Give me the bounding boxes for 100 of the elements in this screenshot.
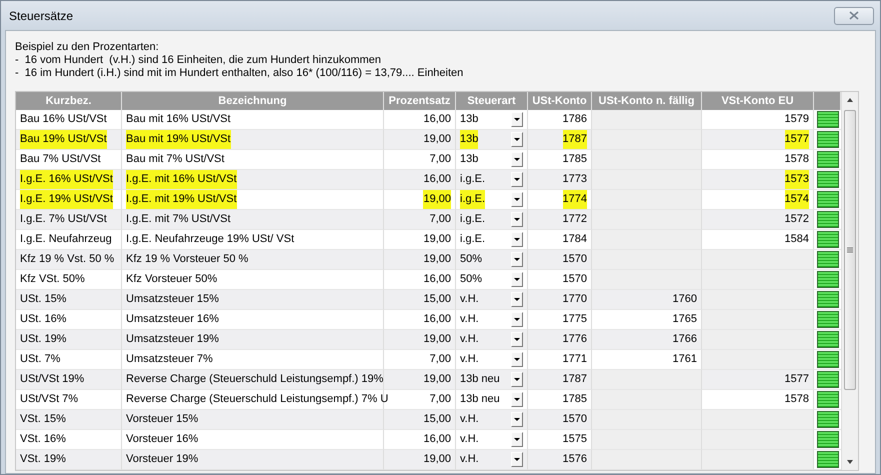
list-button[interactable] bbox=[816, 171, 838, 188]
tax-type-cell: 13b bbox=[460, 130, 478, 149]
tax-type-cell-text: v.H. bbox=[460, 432, 479, 447]
column-header[interactable]: Prozentsatz bbox=[384, 92, 456, 110]
list-button[interactable] bbox=[816, 431, 838, 448]
account-cell-text: 1786 bbox=[562, 112, 587, 127]
dropdown-button[interactable] bbox=[511, 392, 523, 407]
account-cell: 1573 bbox=[784, 170, 809, 189]
dropdown-button[interactable] bbox=[511, 212, 523, 227]
dropdown-button[interactable] bbox=[511, 312, 523, 327]
account-cell-text: 1576 bbox=[562, 452, 587, 467]
list-button[interactable] bbox=[816, 131, 838, 148]
account-cell-text: 1773 bbox=[562, 172, 587, 187]
rate-cell-text: 16,00 bbox=[423, 112, 451, 127]
list-button[interactable] bbox=[816, 351, 838, 368]
list-button[interactable] bbox=[816, 331, 838, 348]
list-button[interactable] bbox=[816, 271, 838, 288]
account-cell: 1787 bbox=[562, 130, 587, 149]
column-header[interactable]: VSt-Konto EU bbox=[702, 92, 814, 110]
account-cell-text: 1766 bbox=[672, 332, 697, 347]
dropdown-button[interactable] bbox=[511, 272, 523, 287]
list-button[interactable] bbox=[816, 191, 838, 208]
list-button[interactable] bbox=[816, 371, 838, 388]
dropdown-button[interactable] bbox=[511, 332, 523, 347]
list-button[interactable] bbox=[816, 151, 838, 168]
rate-cell-text: 19,00 bbox=[423, 252, 451, 267]
tax-type-cell-text: v.H. bbox=[460, 452, 479, 467]
tax-type-cell-text: v.H. bbox=[460, 292, 479, 307]
list-button[interactable] bbox=[816, 231, 838, 248]
tax-type-cell-text: v.H. bbox=[460, 412, 479, 427]
tax-type-cell-text: v.H. bbox=[460, 312, 479, 327]
close-button[interactable] bbox=[834, 6, 874, 24]
description-cell-text: Bau mit 16% USt/VSt bbox=[126, 112, 231, 127]
short-name-cell-text: I.g.E. Neufahrzeug bbox=[20, 232, 112, 247]
account-cell-text: 1765 bbox=[672, 312, 697, 327]
rate-cell-text: 19,00 bbox=[423, 372, 451, 387]
scroll-thumb[interactable] bbox=[844, 110, 856, 390]
dropdown-button[interactable] bbox=[511, 172, 523, 187]
description-cell: I.g.E. mit 19% USt/VSt bbox=[126, 190, 237, 209]
account-cell-text: 1776 bbox=[562, 332, 587, 347]
list-button[interactable] bbox=[816, 251, 838, 268]
description-cell-text: Umsatzsteuer 7% bbox=[126, 352, 213, 367]
account-cell-text: 1570 bbox=[562, 272, 587, 287]
rate-cell-text: 16,00 bbox=[423, 172, 451, 187]
column-header[interactable]: Bezeichnung bbox=[122, 92, 384, 110]
short-name-cell-text: USt. 15% bbox=[20, 292, 66, 307]
description-cell-text: Vorsteuer 19% bbox=[126, 452, 198, 467]
rate-cell: 19,00 bbox=[423, 190, 451, 209]
account-cell-text: 1785 bbox=[562, 152, 587, 167]
short-name-cell-text: Bau 7% USt/VSt bbox=[20, 152, 101, 167]
list-button[interactable] bbox=[816, 211, 838, 228]
rate-cell-text: 7,00 bbox=[430, 392, 451, 407]
tax-type-cell: i.g.E. bbox=[460, 190, 486, 209]
account-cell-text: 1579 bbox=[784, 112, 809, 127]
rate-cell-text: 19,00 bbox=[423, 332, 451, 347]
dropdown-button[interactable] bbox=[511, 192, 523, 207]
column-header[interactable]: USt-Konto bbox=[528, 92, 592, 110]
description-cell-text: Bau mit 7% USt/VSt bbox=[126, 152, 224, 167]
short-name-cell-text: USt. 16% bbox=[20, 312, 66, 327]
rate-cell-text: 7,00 bbox=[430, 152, 451, 167]
list-button[interactable] bbox=[816, 451, 838, 468]
description-cell: I.g.E. mit 16% USt/VSt bbox=[126, 170, 237, 189]
rate-cell-text: 16,00 bbox=[423, 432, 451, 447]
grip-icon bbox=[847, 247, 853, 253]
tax-type-cell-text: i.g.E. bbox=[460, 172, 486, 187]
dropdown-button[interactable] bbox=[511, 372, 523, 387]
dropdown-button[interactable] bbox=[511, 252, 523, 267]
description-cell-text: Reverse Charge (Steuerschuld Leistungsempf.) 19% bbox=[126, 372, 384, 387]
dropdown-button[interactable] bbox=[511, 452, 523, 467]
list-button[interactable] bbox=[816, 111, 838, 128]
list-button[interactable] bbox=[816, 311, 838, 328]
short-name-cell: Bau 19% USt/VSt bbox=[20, 130, 107, 149]
close-icon bbox=[849, 11, 859, 20]
scrollbar[interactable] bbox=[841, 92, 858, 470]
account-cell-text: 1570 bbox=[562, 412, 587, 427]
account-cell-text: 1578 bbox=[784, 152, 809, 167]
list-button[interactable] bbox=[816, 391, 838, 408]
dropdown-button[interactable] bbox=[511, 112, 523, 127]
list-button[interactable] bbox=[816, 411, 838, 428]
tax-type-cell-text: v.H. bbox=[460, 352, 479, 367]
account-cell-text: 1570 bbox=[562, 252, 587, 267]
dropdown-button[interactable] bbox=[511, 352, 523, 367]
short-name-cell-text: USt/VSt 19% bbox=[20, 372, 84, 387]
dropdown-button[interactable] bbox=[511, 152, 523, 167]
list-button[interactable] bbox=[816, 291, 838, 308]
column-header[interactable]: Steuerart bbox=[456, 92, 528, 110]
rate-cell-text: 15,00 bbox=[423, 412, 451, 427]
rate-cell-text: 7,00 bbox=[430, 352, 451, 367]
account-cell-text: 1775 bbox=[562, 312, 587, 327]
rate-cell-text: 19,00 bbox=[423, 452, 451, 467]
dropdown-button[interactable] bbox=[511, 232, 523, 247]
dropdown-button[interactable] bbox=[511, 132, 523, 147]
dropdown-button[interactable] bbox=[511, 432, 523, 447]
column-header[interactable]: Kurzbez. bbox=[16, 92, 122, 110]
rate-cell-text: 16,00 bbox=[423, 272, 451, 287]
dropdown-button[interactable] bbox=[511, 412, 523, 427]
short-name-cell-text: VSt. 15% bbox=[20, 412, 66, 427]
dropdown-button[interactable] bbox=[511, 292, 523, 307]
tax-type-cell-text: v.H. bbox=[460, 332, 479, 347]
tax-type-cell-text: 13b neu bbox=[460, 372, 500, 387]
